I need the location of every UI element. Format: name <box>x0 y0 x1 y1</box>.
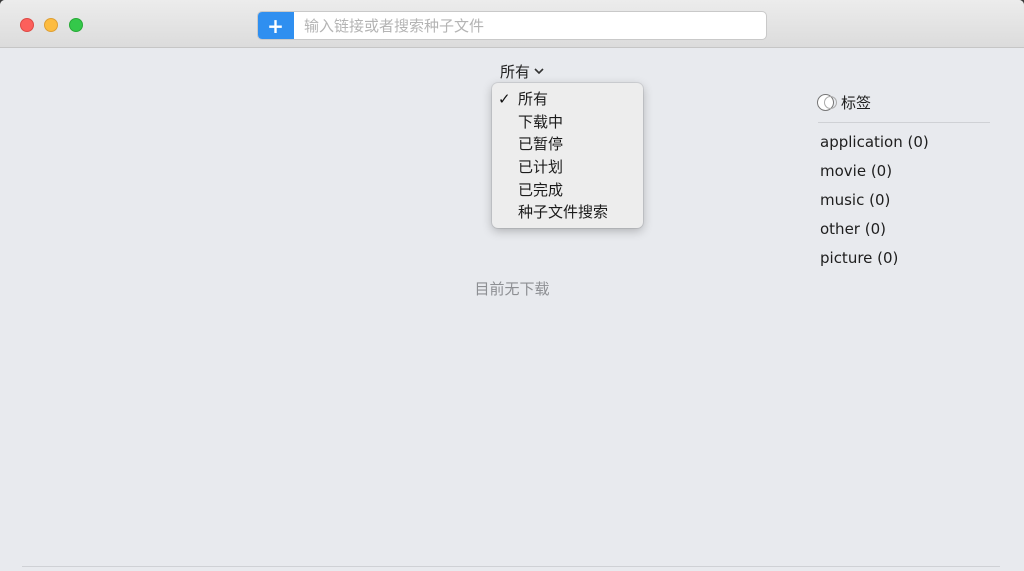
title-bar: + <box>0 0 1024 48</box>
plus-icon: + <box>267 13 284 38</box>
tag-item-application[interactable]: application (0) <box>820 131 929 160</box>
menu-item-torrent-search[interactable]: 种子文件搜索 <box>492 201 643 224</box>
tag-item-music[interactable]: music (0) <box>820 189 929 218</box>
menu-item-label: 下载中 <box>518 112 564 131</box>
tag-item-other[interactable]: other (0) <box>820 218 929 247</box>
menu-item-label: 已完成 <box>518 180 564 199</box>
app-window: + 所有 ✓ 所有 下载中 已暂停 已计划 已完成 种子文件搜索 目前无下载 <box>0 0 1024 571</box>
chevron-down-icon <box>534 65 544 78</box>
maximize-window-button[interactable] <box>69 18 83 32</box>
menu-item-completed[interactable]: 已完成 <box>492 179 643 202</box>
close-window-button[interactable] <box>20 18 34 32</box>
tags-title: 标签 <box>841 94 872 112</box>
status-filter-select[interactable]: 所有 <box>500 61 544 81</box>
add-download-button[interactable]: + <box>258 12 294 39</box>
search-bar: + <box>257 11 767 40</box>
menu-item-label: 已暂停 <box>518 135 564 154</box>
menu-item-label: 所有 <box>518 90 549 108</box>
menu-item-paused[interactable]: 已暂停 <box>492 133 643 156</box>
status-filter-menu: ✓ 所有 下载中 已暂停 已计划 已完成 种子文件搜索 <box>492 83 643 228</box>
menu-item-label: 种子文件搜索 <box>518 203 609 222</box>
empty-state-message: 目前无下载 <box>474 280 550 298</box>
menu-item-downloading[interactable]: 下载中 <box>492 111 643 134</box>
checkmark-icon: ✓ <box>498 90 511 108</box>
tags-header: 标签 <box>817 92 871 113</box>
menu-item-label: 已计划 <box>518 158 564 177</box>
tag-item-picture[interactable]: picture (0) <box>820 247 929 276</box>
tags-icon <box>817 94 837 111</box>
divider <box>22 566 1000 567</box>
menu-item-all[interactable]: ✓ 所有 <box>492 88 643 111</box>
tag-item-movie[interactable]: movie (0) <box>820 160 929 189</box>
minimize-window-button[interactable] <box>44 18 58 32</box>
menu-item-scheduled[interactable]: 已计划 <box>492 156 643 179</box>
search-input[interactable] <box>296 12 764 39</box>
status-filter-label: 所有 <box>500 62 531 81</box>
divider <box>818 122 990 123</box>
tags-list: application (0) movie (0) music (0) othe… <box>820 131 929 276</box>
